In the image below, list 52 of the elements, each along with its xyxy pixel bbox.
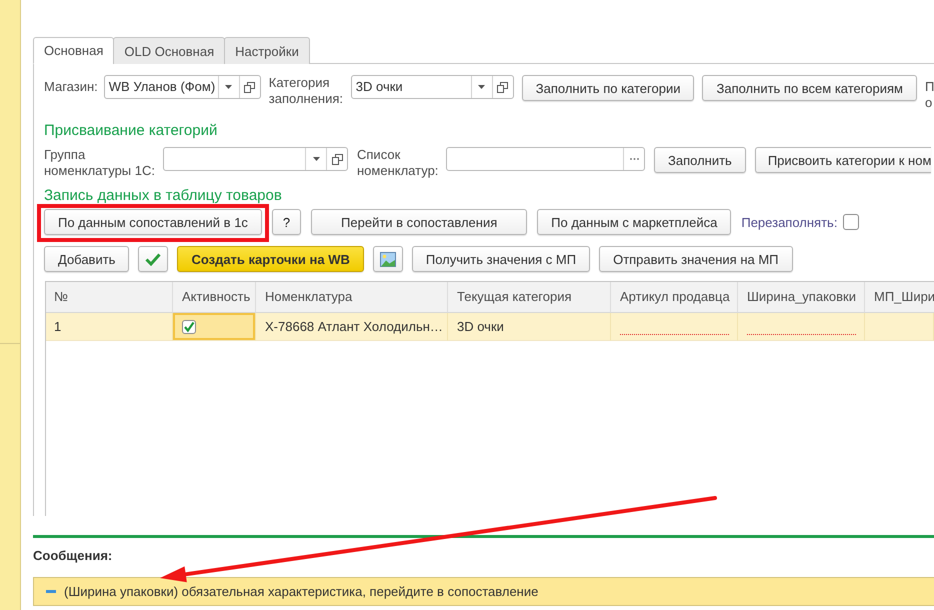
command-button[interactable]: Заполнить по всем категориям — [702, 75, 917, 101]
tab[interactable]: Основная — [33, 37, 114, 64]
overlapping-squares-icon — [497, 82, 508, 92]
section-title: Запись данных в таблицу товаров — [44, 187, 283, 204]
command-button[interactable]: ? — [272, 209, 302, 235]
field-label: П о — [924, 78, 934, 111]
picture-icon — [380, 252, 396, 266]
field-label: Категория заполнения: — [268, 75, 344, 107]
caret-icon — [312, 157, 320, 161]
command-button[interactable]: По данным с маркетплейса — [537, 209, 732, 235]
combo-box[interactable]: WB Уланов (Фом) — [104, 75, 261, 99]
tab[interactable]: Настройки — [224, 37, 310, 64]
column-header[interactable]: Текущая категория — [448, 282, 611, 313]
messages-title: Сообщения: — [33, 548, 114, 564]
column-header[interactable]: Артикул продавца — [611, 282, 738, 313]
command-button[interactable]: Присвоить категории к ном — [754, 147, 932, 173]
input-field[interactable] — [446, 147, 645, 171]
field-label: Группа номенклатуры 1С: — [44, 147, 156, 179]
table-cell: 3D очки — [448, 313, 611, 341]
check-button[interactable] — [138, 246, 168, 272]
column-header[interactable]: МП_Шири — [865, 282, 934, 313]
field-label: Магазин: — [44, 78, 98, 96]
caret-icon — [225, 85, 232, 89]
table-row[interactable]: 1 Х-78668 Атлант Холодильн… 3D очки — [46, 313, 934, 340]
required-input-line[interactable] — [620, 334, 729, 335]
column-header[interactable]: Активность — [173, 282, 256, 313]
caret-icon — [478, 85, 486, 89]
overlapping-squares-icon — [244, 82, 256, 92]
command-button[interactable]: Получить значения с МП — [412, 246, 590, 272]
primary-button[interactable]: Создать карточки на WB — [177, 246, 364, 272]
checkbox-label: Перезаполнять: — [741, 214, 838, 230]
table-cell: Х-78668 Атлант Холодильн… — [256, 313, 448, 341]
check-icon — [145, 252, 162, 266]
required-input-line[interactable] — [747, 334, 856, 335]
command-button[interactable]: По данным сопоставлений в 1с — [44, 209, 262, 235]
combo-box[interactable]: 3D очки — [350, 75, 514, 99]
checkbox[interactable] — [843, 214, 860, 230]
column-header[interactable]: Номенклатура — [256, 282, 448, 313]
command-button[interactable]: Заполнить по категории — [522, 75, 694, 101]
command-button[interactable]: Заполнить — [654, 147, 746, 173]
section-title: Присваивание категорий — [44, 122, 218, 140]
picture-button[interactable] — [372, 246, 403, 272]
column-header[interactable]: № — [46, 282, 173, 313]
command-button[interactable]: Добавить — [44, 246, 130, 272]
command-button[interactable]: Перейти в сопоставления — [311, 209, 528, 235]
command-button[interactable]: Отправить значения на МП — [599, 246, 793, 272]
overlapping-squares-icon — [332, 154, 342, 164]
checkbox[interactable] — [182, 320, 196, 334]
column-header[interactable]: Ширина_упаковки — [738, 282, 865, 313]
message-text: (Ширина упаковки) обязательная характеристика, перейдите в сопоставление — [64, 584, 538, 599]
field-label: Список номенклатур: — [357, 147, 440, 179]
tab[interactable]: OLD Основная — [113, 37, 226, 64]
